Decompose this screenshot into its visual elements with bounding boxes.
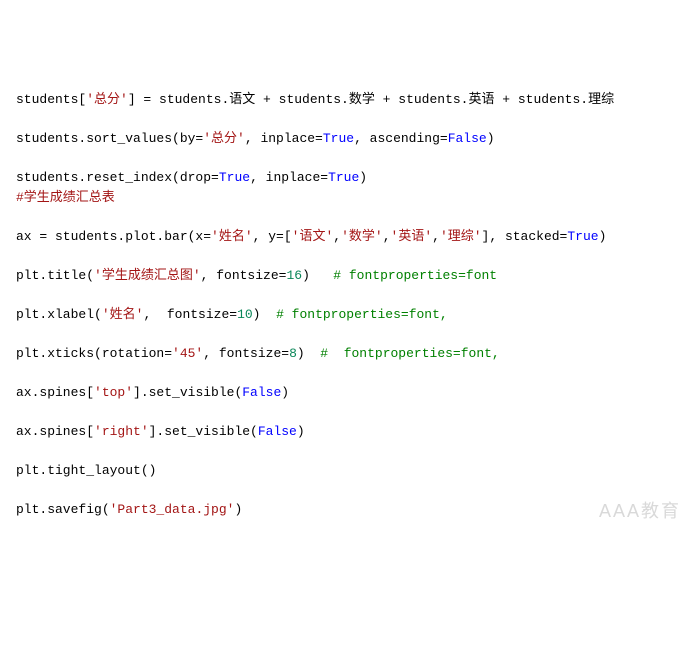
code-line: ax = students.plot.bar(x='姓名', y=['语文','… — [16, 227, 691, 247]
code-token: plt.title( — [16, 268, 94, 283]
code-line — [16, 363, 691, 383]
code-line — [16, 324, 691, 344]
code-token: # fontproperties=font, — [320, 346, 499, 361]
code-token: # fontproperties=font, — [276, 307, 448, 322]
code-token: False — [258, 424, 297, 439]
code-token: False — [448, 131, 487, 146]
code-token: ], stacked= — [482, 229, 568, 244]
code-line: plt.xlabel('姓名', fontsize=10) # fontprop… — [16, 305, 691, 325]
code-token: students[ — [16, 92, 86, 107]
code-token: 8 — [289, 346, 297, 361]
code-token: , — [383, 229, 391, 244]
code-token: , inplace= — [250, 170, 328, 185]
code-token: '总分' — [203, 131, 245, 146]
code-token: 'top' — [94, 385, 133, 400]
code-token: plt.xlabel( — [16, 307, 102, 322]
code-token: , fontsize= — [143, 307, 237, 322]
code-token: '语文' — [292, 229, 334, 244]
code-token: students.reset_index(drop= — [16, 170, 219, 185]
code-token: True — [219, 170, 250, 185]
code-line — [16, 149, 691, 169]
code-token: plt.savefig( — [16, 502, 110, 517]
code-token: ) — [281, 385, 289, 400]
code-token: ) — [297, 424, 305, 439]
code-token: ax = students.plot.bar(x= — [16, 229, 211, 244]
code-token: ) — [487, 131, 495, 146]
code-token: True — [323, 131, 354, 146]
code-line — [16, 246, 691, 266]
code-token: ) — [234, 502, 242, 517]
code-line: students.sort_values(by='总分', inplace=Tr… — [16, 129, 691, 149]
code-token: , y=[ — [253, 229, 292, 244]
code-token: , — [333, 229, 341, 244]
code-line: plt.tight_layout() — [16, 461, 691, 481]
code-line: students['总分'] = students.语文 + students.… — [16, 90, 691, 110]
code-token: '理综' — [440, 229, 482, 244]
code-token: students.sort_values(by= — [16, 131, 203, 146]
code-token: plt.xticks(rotation= — [16, 346, 172, 361]
code-token: , fontsize= — [203, 346, 289, 361]
code-token: ] = students.语文 + students.数学 + students… — [128, 92, 614, 107]
code-token: '学生成绩汇总图' — [94, 268, 201, 283]
code-token: ) — [599, 229, 607, 244]
code-token: True — [328, 170, 359, 185]
code-token: ].set_visible( — [149, 424, 258, 439]
code-token: False — [242, 385, 281, 400]
code-line — [16, 207, 691, 227]
code-token: '数学' — [341, 229, 383, 244]
code-token: #学生成绩汇总表 — [16, 190, 115, 205]
code-token: '姓名' — [211, 229, 253, 244]
code-token: 10 — [237, 307, 253, 322]
code-line: plt.title('学生成绩汇总图', fontsize=16) # font… — [16, 266, 691, 286]
code-token: 16 — [286, 268, 302, 283]
code-token: True — [567, 229, 598, 244]
code-token: '姓名' — [102, 307, 144, 322]
code-line — [16, 480, 691, 500]
code-token: , ascending= — [354, 131, 448, 146]
code-line — [16, 110, 691, 130]
code-token: ax.spines[ — [16, 424, 94, 439]
code-token: '英语' — [391, 229, 433, 244]
code-line: students.reset_index(drop=True, inplace=… — [16, 168, 691, 188]
code-line — [16, 285, 691, 305]
code-token: 'Part3_data.jpg' — [110, 502, 235, 517]
code-line — [16, 441, 691, 461]
code-token: ) — [297, 346, 320, 361]
code-token: , inplace= — [245, 131, 323, 146]
code-token: , — [432, 229, 440, 244]
code-token: , fontsize= — [201, 268, 287, 283]
code-token: '总分' — [86, 92, 128, 107]
code-token: ].set_visible( — [133, 385, 242, 400]
code-token: ax.spines[ — [16, 385, 94, 400]
code-token: 'right' — [94, 424, 149, 439]
code-line: plt.xticks(rotation='45', fontsize=8) # … — [16, 344, 691, 364]
code-line — [16, 402, 691, 422]
code-token: plt.tight_layout() — [16, 463, 156, 478]
code-line: plt.savefig('Part3_data.jpg') — [16, 500, 691, 520]
code-token: ) — [253, 307, 276, 322]
code-token: ) — [359, 170, 367, 185]
code-line: #学生成绩汇总表 — [16, 188, 691, 208]
code-token: # fontproperties=font — [333, 268, 497, 283]
code-line: ax.spines['top'].set_visible(False) — [16, 383, 691, 403]
code-token: '45' — [172, 346, 203, 361]
code-block: students['总分'] = students.语文 + students.… — [16, 90, 691, 519]
code-token: ) — [302, 268, 333, 283]
code-line: ax.spines['right'].set_visible(False) — [16, 422, 691, 442]
